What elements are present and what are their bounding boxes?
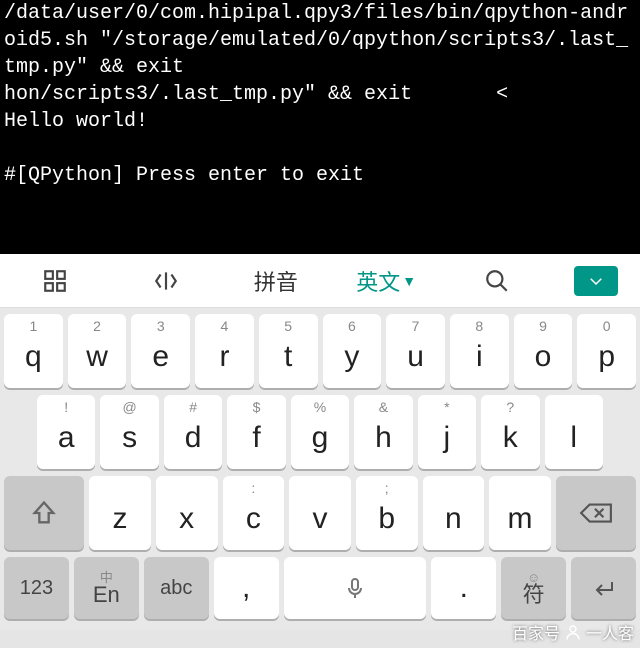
key-z[interactable]: z	[89, 476, 151, 550]
key-c[interactable]: :c	[223, 476, 285, 550]
key-p[interactable]: 0p	[577, 314, 636, 388]
key-row-3: z x :c v ;b n m	[4, 476, 636, 550]
mic-icon	[343, 576, 367, 600]
key-symbols[interactable]: ☺符	[501, 557, 566, 619]
key-d[interactable]: #d	[164, 395, 222, 469]
dropdown-caret-icon: ▼	[402, 273, 416, 289]
key-lang-toggle[interactable]: 中En	[74, 557, 139, 619]
user-icon	[564, 623, 582, 641]
key-shift[interactable]	[4, 476, 84, 550]
key-s[interactable]: @s	[100, 395, 158, 469]
key-period[interactable]: .	[431, 557, 496, 619]
key-h[interactable]: &h	[354, 395, 412, 469]
key-abc[interactable]: abc	[144, 557, 209, 619]
key-j[interactable]: *j	[418, 395, 476, 469]
key-i[interactable]: 8i	[450, 314, 509, 388]
terminal-output[interactable]: /data/user/0/com.hipipal.qpy3/files/bin/…	[0, 0, 640, 254]
cursor-mode-icon[interactable]	[110, 254, 220, 307]
collapse-keyboard-button[interactable]	[552, 254, 640, 307]
key-l[interactable]: l	[545, 395, 603, 469]
key-t[interactable]: 5t	[259, 314, 318, 388]
key-m[interactable]: m	[489, 476, 551, 550]
key-123[interactable]: 123	[4, 557, 69, 619]
key-backspace[interactable]	[556, 476, 636, 550]
key-space[interactable]	[284, 557, 427, 619]
key-f[interactable]: $f	[227, 395, 285, 469]
key-a[interactable]: !a	[37, 395, 95, 469]
key-comma[interactable]: ,	[214, 557, 279, 619]
key-k[interactable]: ?k	[481, 395, 539, 469]
key-n[interactable]: n	[423, 476, 485, 550]
shift-icon	[30, 499, 58, 527]
backspace-icon	[579, 500, 613, 526]
key-q[interactable]: 1q	[4, 314, 63, 388]
search-icon[interactable]	[441, 254, 551, 307]
key-u[interactable]: 7u	[386, 314, 445, 388]
key-w[interactable]: 2w	[68, 314, 127, 388]
ime-toolbar: 拼音 英文▼	[0, 254, 640, 308]
keyboard: 1q 2w 3e 4r 5t 6y 7u 8i 9o 0p !a @s #d $…	[0, 308, 640, 630]
mode-english-label: 英文	[356, 265, 400, 297]
enter-icon	[592, 576, 616, 600]
key-e[interactable]: 3e	[131, 314, 190, 388]
key-y[interactable]: 6y	[323, 314, 382, 388]
key-row-1: 1q 2w 3e 4r 5t 6y 7u 8i 9o 0p	[4, 314, 636, 388]
key-row-bottom: 123 中En abc , . ☺符	[4, 557, 636, 619]
key-v[interactable]: v	[289, 476, 351, 550]
mode-pinyin[interactable]: 拼音	[221, 254, 331, 307]
key-g[interactable]: %g	[291, 395, 349, 469]
key-x[interactable]: x	[156, 476, 218, 550]
apps-icon[interactable]	[0, 254, 110, 307]
key-row-2: !a @s #d $f %g &h *j ?k l	[4, 395, 636, 469]
key-b[interactable]: ;b	[356, 476, 418, 550]
watermark-left: 百家号	[512, 620, 560, 644]
key-r[interactable]: 4r	[195, 314, 254, 388]
mode-english[interactable]: 英文▼	[331, 254, 441, 307]
watermark: 百家号 一人客	[512, 620, 634, 644]
key-o[interactable]: 9o	[514, 314, 573, 388]
key-enter[interactable]	[571, 557, 636, 619]
watermark-right: 一人客	[586, 620, 634, 644]
